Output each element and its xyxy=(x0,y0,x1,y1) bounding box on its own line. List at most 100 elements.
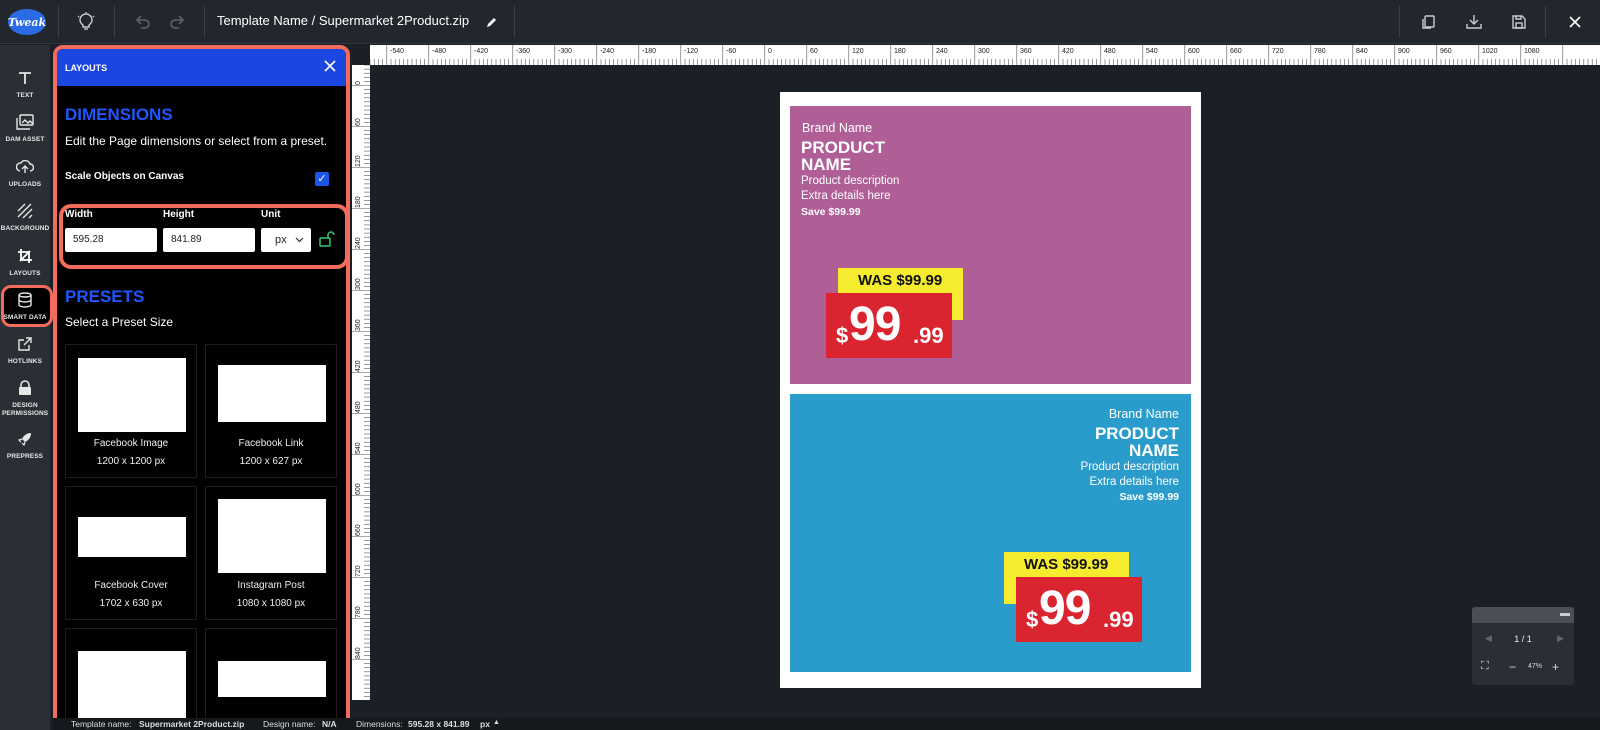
price-currency: $ xyxy=(836,323,849,348)
tweak-logo[interactable]: Tweak xyxy=(8,9,46,35)
toolbar-divider xyxy=(1399,6,1400,38)
rail-item-label: LAYOUTS xyxy=(9,270,41,277)
rail-item-prepress[interactable]: PREPRESS xyxy=(0,428,50,461)
background-icon xyxy=(14,200,36,222)
ruler-label: 60 xyxy=(355,118,362,126)
layouts-panel: LAYOUTS DIMENSIONS Edit the Page dimensi… xyxy=(53,45,350,730)
preset-partial[interactable] xyxy=(205,628,337,726)
navigator-header xyxy=(1472,607,1574,623)
rail-item-dam-asset[interactable]: DAM ASSET xyxy=(0,111,50,144)
ruler-label: -120 xyxy=(684,48,698,55)
product-card-1[interactable]: Brand Name PRODUCT NAME Product descript… xyxy=(790,106,1191,384)
scale-objects-label: Scale Objects on Canvas xyxy=(65,171,184,182)
ruler-label: 480 xyxy=(355,401,362,413)
template-name-value: Supermarket 2Product.zip xyxy=(139,719,245,729)
product-description[interactable]: Product description xyxy=(1081,460,1179,475)
rail-item-hotlinks[interactable]: HOTLINKS xyxy=(0,333,50,366)
preset-thumbnail xyxy=(78,517,186,557)
preset-partial[interactable] xyxy=(65,628,197,726)
extra-details[interactable]: Extra details here xyxy=(801,189,891,204)
preset-instagram-post[interactable]: Instagram Post 1080 x 1080 px xyxy=(205,486,337,620)
product-card-2[interactable]: Brand Name PRODUCT NAME Product descript… xyxy=(790,394,1191,672)
rail-item-design-permissions[interactable]: DESIGN PERMISSIONS xyxy=(0,377,50,417)
unit-select[interactable]: px xyxy=(261,228,311,252)
aspect-unlock-icon[interactable] xyxy=(319,231,335,247)
ruler-label: -540 xyxy=(390,48,404,55)
height-input[interactable]: 841.89 xyxy=(163,228,255,252)
ruler-label: 360 xyxy=(1020,48,1032,55)
ruler-label: 540 xyxy=(355,442,362,454)
preset-facebook-cover[interactable]: Facebook Cover 1702 x 630 px xyxy=(65,486,197,620)
text-icon xyxy=(14,67,36,89)
product-name-line2[interactable]: NAME xyxy=(801,156,851,173)
product-name-line2[interactable]: NAME xyxy=(1129,442,1179,459)
rail-item-label: UPLOADS xyxy=(8,181,42,188)
duplicate-icon[interactable] xyxy=(1416,10,1440,34)
product-name-line1[interactable]: PRODUCT xyxy=(1095,425,1179,442)
edit-pencil-icon[interactable] xyxy=(480,10,504,34)
ruler-label: -240 xyxy=(600,48,614,55)
vertical-ruler: 0 60 120 180 240 300 360 420 480 540 600 660 720 780 8… xyxy=(352,65,370,700)
rail-item-text[interactable]: TEXT xyxy=(0,67,50,100)
caret-up-icon[interactable]: ▲ xyxy=(493,719,500,726)
ruler-label: 660 xyxy=(1230,48,1242,55)
product-name-line1[interactable]: PRODUCT xyxy=(801,139,885,156)
ruler-label: 120 xyxy=(355,155,362,167)
ruler-label: 960 xyxy=(1440,48,1452,55)
close-icon[interactable] xyxy=(1563,10,1587,34)
design-page[interactable]: Brand Name PRODUCT NAME Product descript… xyxy=(780,92,1201,688)
close-panel-icon[interactable] xyxy=(324,59,336,77)
toolbar-divider xyxy=(514,6,515,38)
ruler-label: 780 xyxy=(355,606,362,618)
panel-header: LAYOUTS xyxy=(57,49,346,86)
ruler-label: 300 xyxy=(978,48,990,55)
rail-item-layouts[interactable]: LAYOUTS xyxy=(0,245,50,278)
ruler-label: -480 xyxy=(432,48,446,55)
price-cents: .99 xyxy=(913,323,944,348)
zoom-out-icon[interactable]: − xyxy=(1509,660,1516,674)
ruler-label: -60 xyxy=(726,48,736,55)
preset-thumbnail xyxy=(218,661,326,697)
product-description[interactable]: Product description xyxy=(801,174,899,189)
ruler-label: 0 xyxy=(768,48,772,55)
ruler-label: 660 xyxy=(355,524,362,536)
ruler-label: 720 xyxy=(355,565,362,577)
ruler-label: 360 xyxy=(355,319,362,331)
zoom-in-icon[interactable]: + xyxy=(1552,660,1559,674)
preset-facebook-image[interactable]: Facebook Image 1200 x 1200 px xyxy=(65,344,197,478)
width-input[interactable]: 595.28 xyxy=(65,228,157,252)
brand-name[interactable]: Brand Name xyxy=(1109,407,1179,421)
brand-name[interactable]: Brand Name xyxy=(802,121,872,135)
dimensions-unit[interactable]: px xyxy=(480,719,490,729)
download-icon[interactable] xyxy=(1462,10,1486,34)
price-tag[interactable]: $ 99 .99 xyxy=(826,293,952,358)
ruler-label: 1020 xyxy=(1482,48,1498,55)
ruler-label: 480 xyxy=(1104,48,1116,55)
price-tag[interactable]: $ 99 .99 xyxy=(1016,577,1142,642)
extra-details[interactable]: Extra details here xyxy=(1090,475,1180,490)
preset-name: Facebook Cover xyxy=(94,580,168,591)
scale-objects-checkbox[interactable]: ✓ xyxy=(315,172,329,186)
preset-thumbnail xyxy=(218,499,326,573)
ruler-label: 420 xyxy=(355,360,362,372)
next-page-icon[interactable]: ▶ xyxy=(1557,633,1564,644)
preset-thumbnail xyxy=(78,651,186,725)
redo-icon[interactable] xyxy=(165,10,189,34)
rail-item-smart-data[interactable]: SMART DATA xyxy=(0,289,50,322)
fit-screen-icon[interactable]: ⛶ xyxy=(1481,660,1489,673)
ruler-label: 720 xyxy=(1272,48,1284,55)
save-text[interactable]: Save $99.99 xyxy=(1119,491,1179,503)
dimensions-title: DIMENSIONS xyxy=(65,105,173,124)
minimize-icon[interactable] xyxy=(1560,613,1570,616)
rail-item-uploads[interactable]: UPLOADS xyxy=(0,156,50,189)
preset-size: 1200 x 1200 px xyxy=(96,456,166,467)
save-icon[interactable] xyxy=(1507,10,1531,34)
rail-item-background[interactable]: BACKGROUND xyxy=(0,200,50,233)
undo-icon[interactable] xyxy=(131,10,155,34)
price-main: 99 xyxy=(1039,582,1091,635)
save-text[interactable]: Save $99.99 xyxy=(801,206,861,218)
lightbulb-icon[interactable] xyxy=(74,10,98,34)
external-link-icon xyxy=(14,333,36,355)
preset-facebook-link[interactable]: Facebook Link 1200 x 627 px xyxy=(205,344,337,478)
preset-thumbnail xyxy=(78,358,186,432)
